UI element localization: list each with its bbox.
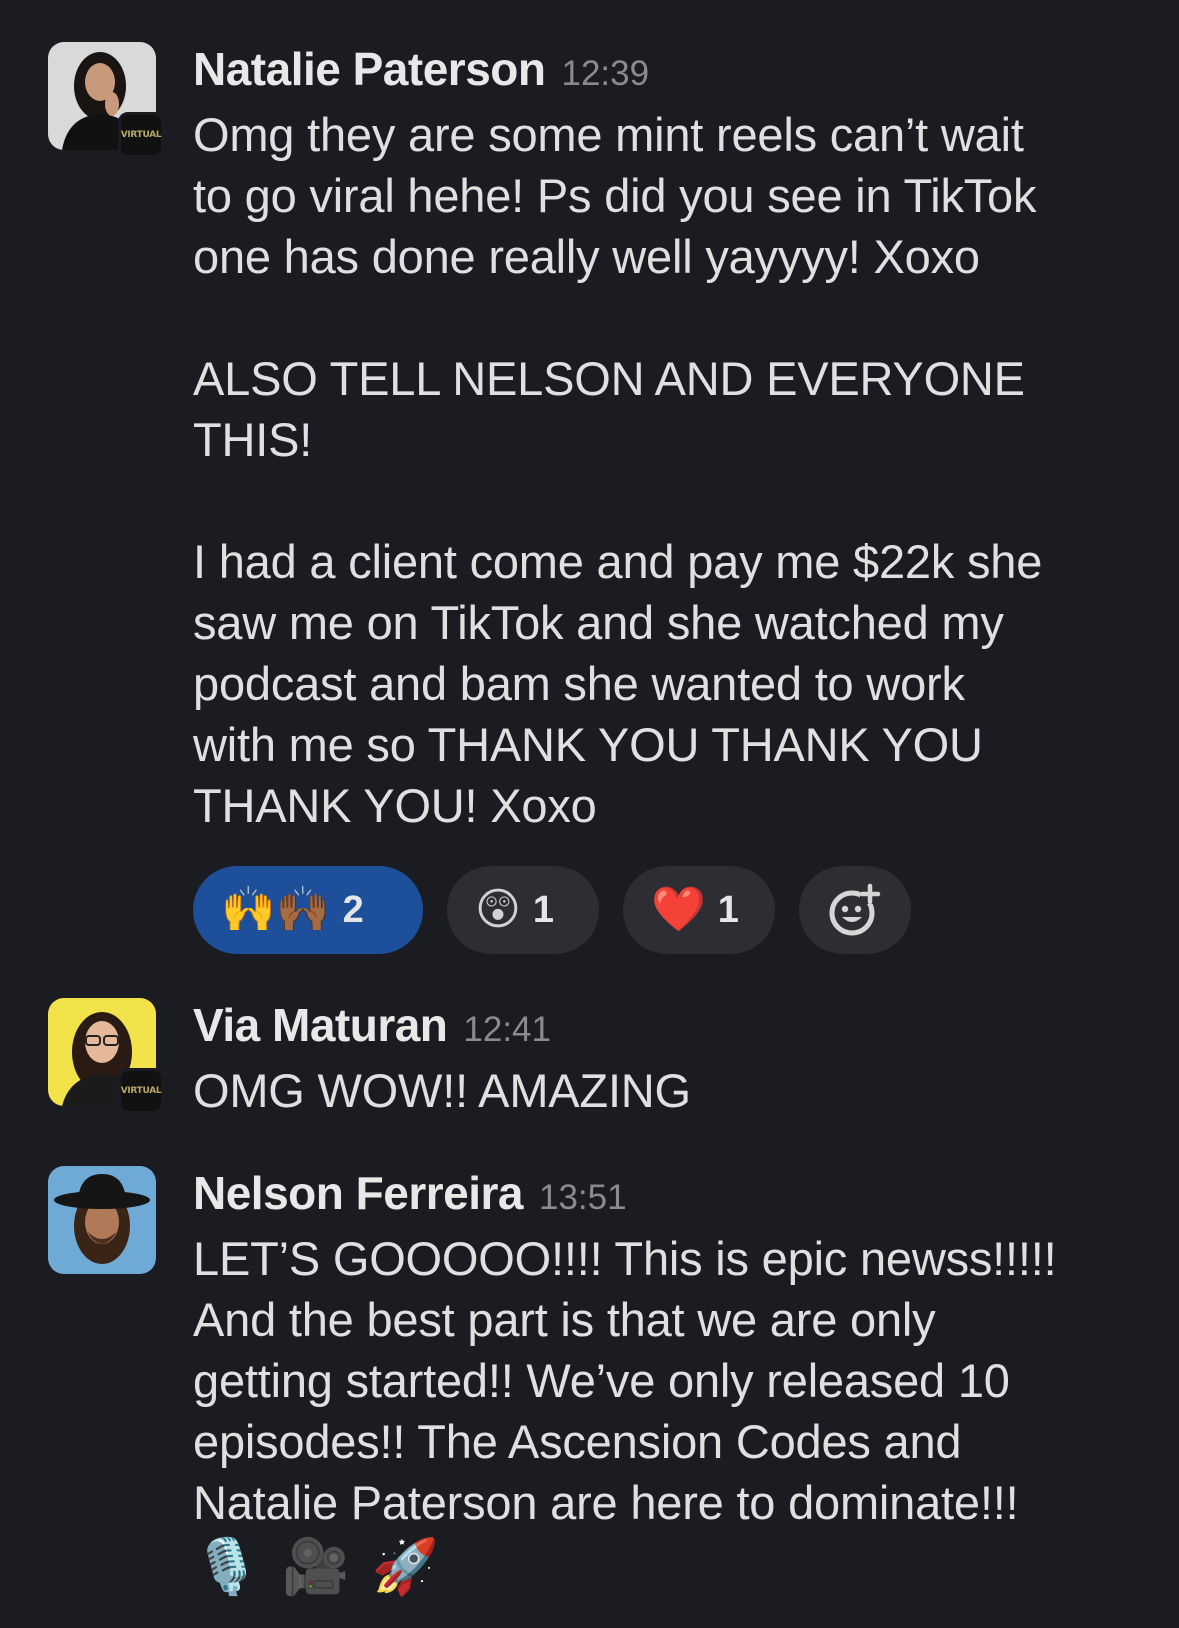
message-header: Nelson Ferreira 13:51 bbox=[193, 1166, 1153, 1228]
sender-name[interactable]: Nelson Ferreira bbox=[193, 1166, 523, 1220]
sender-name[interactable]: Natalie Paterson bbox=[193, 42, 546, 96]
reaction-heart[interactable]: ❤️ 1 bbox=[623, 866, 775, 954]
sender-name[interactable]: Via Maturan bbox=[193, 998, 448, 1052]
raised-hands-emoji: 🙌🙌🏾 bbox=[221, 885, 331, 934]
avatar[interactable] bbox=[48, 1166, 156, 1274]
reaction-count: 1 bbox=[717, 888, 739, 931]
add-reaction-button[interactable] bbox=[799, 866, 911, 954]
message-text: LET’S GOOOOO!!!! This is epic newss!!!!!… bbox=[193, 1232, 1057, 1529]
trailing-emoji-row: 🎙️ 🎥 🚀 bbox=[193, 1535, 1153, 1599]
astonished-face-emoji: 😲 bbox=[475, 885, 521, 934]
message-content: Via Maturan 12:41 OMG WOW!! AMAZING bbox=[193, 998, 1153, 1121]
message-thread: VIRTUAL Natalie Paterson 12:39 Omg they … bbox=[0, 0, 1179, 1628]
reaction-raised-hands[interactable]: 🙌🙌🏾 2 bbox=[193, 866, 423, 954]
reaction-count: 2 bbox=[342, 888, 364, 931]
timestamp[interactable]: 12:39 bbox=[561, 54, 649, 94]
org-badge: VIRTUAL bbox=[118, 1068, 164, 1114]
org-badge: VIRTUAL bbox=[118, 112, 164, 158]
red-heart-emoji: ❤️ bbox=[651, 885, 706, 934]
avatar-natalie-wrap[interactable]: VIRTUAL bbox=[48, 42, 164, 158]
message-content: Natalie Paterson 12:39 Omg they are some… bbox=[193, 42, 1153, 836]
timestamp[interactable]: 12:41 bbox=[463, 1010, 551, 1050]
reaction-astonished[interactable]: 😲 1 bbox=[447, 866, 599, 954]
message-text: Omg they are some mint reels can’t wait … bbox=[193, 108, 1043, 832]
message-text: OMG WOW!! AMAZING bbox=[193, 1064, 691, 1117]
microphone-emoji: 🎙️ bbox=[193, 1537, 261, 1597]
message-header: Via Maturan 12:41 bbox=[193, 998, 1153, 1060]
movie-camera-emoji: 🎥 bbox=[282, 1537, 350, 1597]
reaction-count: 1 bbox=[532, 888, 555, 931]
message-header: Natalie Paterson 12:39 bbox=[193, 42, 1153, 104]
reactions-bar: 🙌🙌🏾 2 😲 1 ❤️ 1 bbox=[193, 866, 911, 954]
timestamp[interactable]: 13:51 bbox=[539, 1178, 627, 1218]
add-emoji-icon bbox=[829, 883, 881, 936]
avatar-nelson-wrap[interactable] bbox=[48, 1166, 156, 1274]
avatar-via-wrap[interactable]: VIRTUAL bbox=[48, 998, 164, 1114]
message-content: Nelson Ferreira 13:51 LET’S GOOOOO!!!! T… bbox=[193, 1166, 1153, 1599]
rocket-emoji: 🚀 bbox=[371, 1537, 439, 1597]
